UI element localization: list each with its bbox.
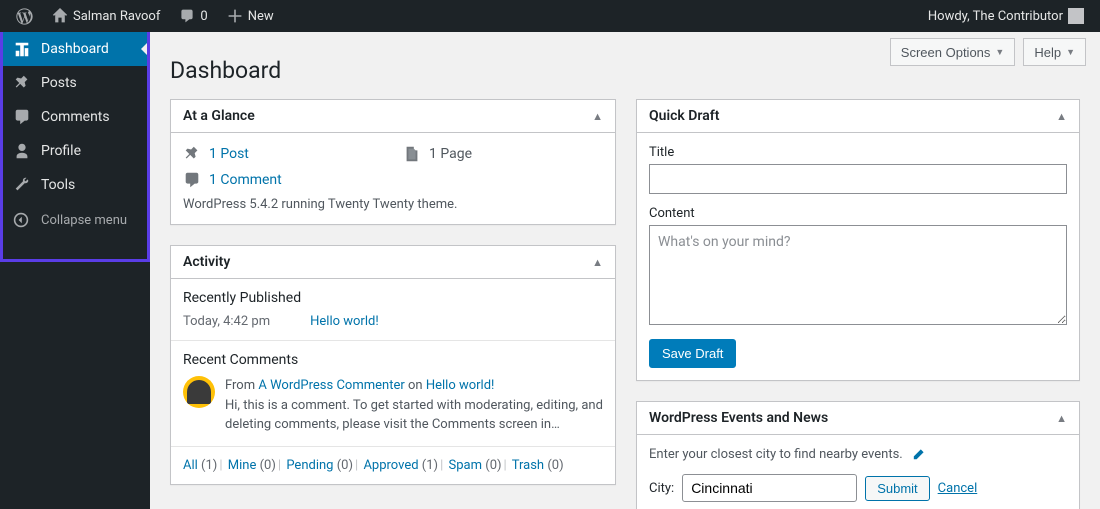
screen-options-button[interactable]: Screen Options▼	[890, 38, 1016, 66]
new-label: New	[248, 9, 274, 24]
sidebar-label: Tools	[41, 177, 75, 193]
sidebar-label: Dashboard	[41, 41, 109, 57]
sidebar-item-posts[interactable]: Posts	[3, 66, 147, 100]
glance-comments[interactable]: 1 Comment	[183, 171, 383, 189]
draft-title-label: Title	[649, 145, 1067, 160]
sidebar-label: Profile	[41, 143, 81, 159]
avatar-icon	[1068, 8, 1084, 24]
sidebar-item-profile[interactable]: Profile	[3, 134, 147, 168]
commenter-link[interactable]: A WordPress Commenter	[258, 378, 404, 393]
user-icon	[13, 142, 33, 160]
page-icon	[403, 145, 421, 163]
commenter-avatar	[183, 376, 215, 408]
comment-icon	[183, 171, 201, 189]
home-icon	[52, 8, 68, 24]
publish-time: Today, 4:42 pm	[183, 314, 270, 329]
collapse-widget-icon[interactable]: ▲	[592, 110, 603, 123]
comment-excerpt: Hi, this is a comment. To get started wi…	[225, 398, 603, 433]
chevron-down-icon: ▼	[1066, 47, 1075, 57]
comment-filters: All (1)| Mine (0)| Pending (0)| Approved…	[171, 446, 615, 484]
comment-entry: From A WordPress Commenter on Hello worl…	[225, 376, 603, 435]
wp-logo[interactable]	[8, 0, 41, 32]
admin-toolbar: Salman Ravoof 0 New Howdy, The Contribut…	[0, 0, 1100, 32]
comments-bubble[interactable]: 0	[171, 0, 215, 32]
help-button[interactable]: Help▼	[1023, 38, 1086, 66]
comment-icon	[13, 108, 33, 126]
collapse-widget-icon[interactable]: ▲	[1056, 110, 1067, 123]
wordpress-icon	[16, 8, 33, 25]
widget-quick-draft: Quick Draft ▲ Title Content Save Draft	[636, 99, 1080, 381]
collapse-widget-icon[interactable]: ▲	[1056, 412, 1067, 425]
filter-all[interactable]: All	[183, 458, 198, 473]
collapse-widget-icon[interactable]: ▲	[592, 256, 603, 269]
wrench-icon	[13, 176, 33, 194]
filter-mine[interactable]: Mine	[228, 458, 257, 473]
sidebar-label: Posts	[41, 75, 77, 91]
comment-icon	[179, 8, 195, 24]
my-account[interactable]: Howdy, The Contributor	[920, 0, 1092, 32]
filter-approved[interactable]: Approved	[363, 458, 418, 473]
widget-title: Activity	[183, 254, 230, 270]
sidebar-item-dashboard[interactable]: Dashboard	[3, 32, 147, 66]
comments-count: 0	[200, 9, 207, 24]
widget-title: At a Glance	[183, 108, 255, 124]
pin-icon	[183, 145, 201, 163]
city-label: City:	[649, 481, 674, 496]
draft-title-input[interactable]	[649, 164, 1067, 194]
widget-events-news: WordPress Events and News ▲ Enter your cl…	[636, 401, 1080, 509]
glance-pages: 1 Page	[403, 145, 603, 163]
collapse-icon	[13, 212, 33, 228]
cancel-city-link[interactable]: Cancel	[938, 481, 978, 496]
submit-city-button[interactable]: Submit	[865, 476, 929, 501]
city-input[interactable]	[682, 474, 857, 502]
widget-at-a-glance: At a Glance ▲ 1 Post 1 Page	[170, 99, 616, 225]
site-name: Salman Ravoof	[73, 9, 160, 24]
pencil-icon[interactable]	[911, 448, 925, 462]
howdy-text: Howdy, The Contributor	[928, 9, 1063, 24]
new-content[interactable]: New	[219, 0, 282, 32]
pin-icon	[13, 74, 33, 92]
collapse-menu[interactable]: Collapse menu	[3, 202, 147, 238]
wp-version-text: WordPress 5.4.2 running Twenty Twenty th…	[183, 197, 603, 212]
widget-title: Quick Draft	[649, 108, 719, 124]
site-link[interactable]: Salman Ravoof	[44, 0, 168, 32]
sidebar-bg	[0, 262, 150, 509]
recent-comments-heading: Recent Comments	[183, 352, 603, 368]
comment-post-link[interactable]: Hello world!	[426, 378, 495, 393]
draft-content-label: Content	[649, 206, 1067, 221]
widget-title: WordPress Events and News	[649, 410, 828, 426]
dashboard-icon	[13, 40, 33, 58]
plus-icon	[227, 8, 243, 24]
widget-activity: Activity ▲ Recently Published Today, 4:42…	[170, 245, 616, 485]
sidebar-item-tools[interactable]: Tools	[3, 168, 147, 202]
filter-spam[interactable]: Spam	[449, 458, 483, 473]
sidebar-label: Comments	[41, 109, 110, 125]
main-content: Screen Options▼ Help▼ Dashboard At a Gla…	[150, 32, 1100, 509]
save-draft-button[interactable]: Save Draft	[649, 339, 736, 368]
sidebar-item-comments[interactable]: Comments	[3, 100, 147, 134]
filter-trash[interactable]: Trash	[512, 458, 544, 473]
events-intro-text: Enter your closest city to find nearby e…	[649, 447, 903, 462]
recently-published-heading: Recently Published	[183, 290, 603, 306]
collapse-label: Collapse menu	[41, 213, 127, 228]
draft-content-textarea[interactable]	[649, 225, 1067, 325]
chevron-down-icon: ▼	[995, 47, 1004, 57]
glance-posts[interactable]: 1 Post	[183, 145, 383, 163]
filter-pending[interactable]: Pending	[286, 458, 333, 473]
publish-title-link[interactable]: Hello world!	[310, 314, 379, 329]
admin-sidebar: Dashboard Posts Comments Profile Tools	[0, 32, 150, 262]
